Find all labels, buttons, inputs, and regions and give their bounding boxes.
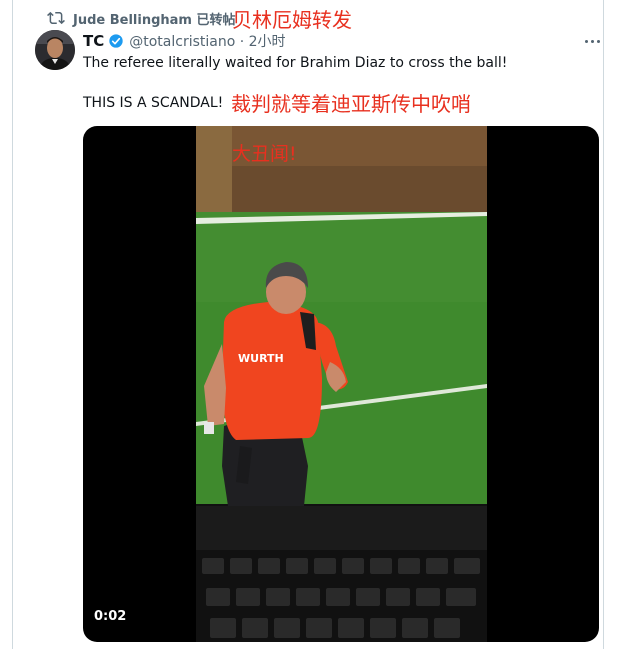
tweet-text-line1: The referee literally waited for Brahim …	[83, 55, 508, 71]
retweet-context[interactable]: Jude Bellingham 已转帖	[47, 9, 236, 28]
annotation-video: 大丑闻!	[232, 143, 297, 165]
more-options-icon[interactable]	[582, 32, 602, 50]
retweet-label: Jude Bellingham 已转帖	[73, 12, 236, 28]
svg-text:WURTH: WURTH	[238, 352, 284, 365]
tweet-header: TC @totalcristiano · 2小时	[83, 31, 286, 51]
video-timestamp: 0:02	[94, 609, 127, 624]
annotation-caption: 裁判就等着迪亚斯传中吹哨	[231, 92, 471, 116]
tweet-text-line2: THIS IS A SCANDAL!	[83, 95, 224, 111]
video-player[interactable]: WURTH 0:02	[83, 126, 599, 642]
display-name[interactable]: TC	[83, 32, 104, 50]
avatar-image	[35, 30, 75, 70]
verified-badge-icon	[109, 34, 123, 48]
page-margin	[606, 0, 622, 649]
video-frame: WURTH	[196, 126, 487, 642]
avatar[interactable]	[35, 30, 75, 70]
retweet-icon	[47, 11, 65, 25]
annotation-retweet: 贝林厄姆转发	[232, 8, 352, 32]
handle-and-time[interactable]: @totalcristiano · 2小时	[129, 31, 285, 51]
